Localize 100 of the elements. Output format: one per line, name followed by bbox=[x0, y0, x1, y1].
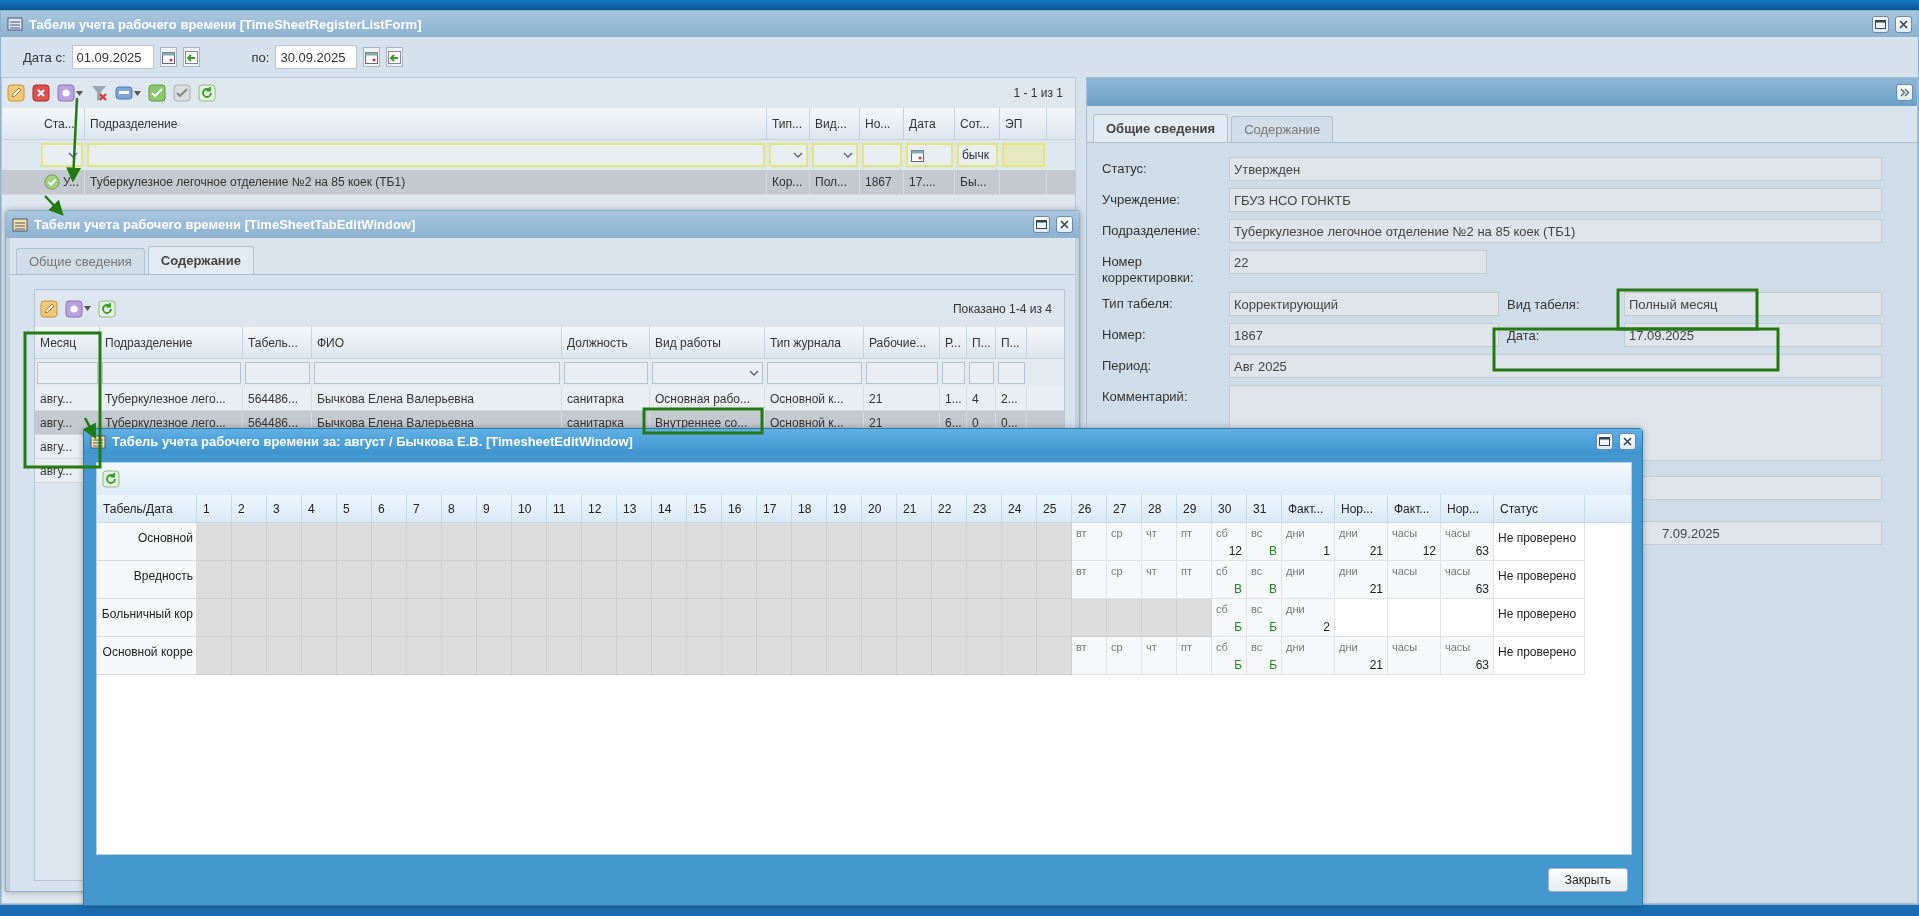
day-cell[interactable] bbox=[372, 523, 407, 561]
filter-field[interactable] bbox=[37, 362, 98, 384]
day-cell[interactable] bbox=[302, 523, 337, 561]
filter-field[interactable] bbox=[767, 362, 862, 384]
day-cell[interactable]: сб В bbox=[1212, 561, 1247, 599]
filter-field[interactable] bbox=[812, 143, 858, 167]
maximize-button[interactable] bbox=[1872, 15, 1889, 33]
day-cell[interactable] bbox=[1037, 523, 1072, 561]
day-cell[interactable]: чт bbox=[1142, 561, 1177, 599]
filter-field[interactable] bbox=[245, 362, 310, 384]
day-cell[interactable]: чт bbox=[1142, 523, 1177, 561]
column-header[interactable]: 3 bbox=[267, 495, 302, 522]
column-header[interactable]: Но... bbox=[860, 108, 904, 139]
day-cell[interactable] bbox=[1037, 637, 1072, 675]
day-cell[interactable]: пт bbox=[1177, 561, 1212, 599]
column-header[interactable]: 7 bbox=[407, 495, 442, 522]
day-cell[interactable] bbox=[827, 637, 862, 675]
filter-field[interactable] bbox=[1002, 143, 1045, 167]
form-field[interactable]: Корректирующий bbox=[1229, 292, 1499, 317]
column-header[interactable]: 26 bbox=[1072, 495, 1107, 522]
column-header[interactable]: 25 bbox=[1037, 495, 1072, 522]
filter-field[interactable] bbox=[969, 362, 994, 384]
close-button[interactable] bbox=[1895, 15, 1912, 33]
day-cell[interactable] bbox=[827, 523, 862, 561]
day-cell[interactable] bbox=[547, 637, 582, 675]
pencil-button[interactable] bbox=[6, 83, 26, 103]
day-cell[interactable] bbox=[687, 523, 722, 561]
day-cell[interactable] bbox=[722, 637, 757, 675]
refresh-button[interactable] bbox=[197, 83, 217, 103]
column-header[interactable]: 20 bbox=[862, 495, 897, 522]
day-cell[interactable]: вт bbox=[1072, 637, 1107, 675]
day-cell[interactable] bbox=[337, 523, 372, 561]
day-cell[interactable] bbox=[792, 637, 827, 675]
column-header[interactable]: Месяц bbox=[35, 327, 100, 358]
day-cell[interactable]: вс Б bbox=[1247, 599, 1282, 637]
column-header[interactable]: 23 bbox=[967, 495, 1002, 522]
date-reset-button[interactable] bbox=[386, 47, 404, 67]
column-header[interactable]: Факт... bbox=[1388, 495, 1441, 522]
day-cell[interactable] bbox=[1142, 599, 1177, 637]
day-cell[interactable] bbox=[477, 523, 512, 561]
column-header[interactable]: Должность bbox=[562, 327, 650, 358]
filter-field[interactable] bbox=[564, 362, 648, 384]
column-header[interactable]: П... bbox=[967, 327, 996, 358]
column-header[interactable]: Вид работы bbox=[650, 327, 765, 358]
day-cell[interactable] bbox=[1002, 637, 1037, 675]
day-cell[interactable] bbox=[197, 523, 232, 561]
day-cell[interactable] bbox=[967, 523, 1002, 561]
day-cell[interactable] bbox=[932, 637, 967, 675]
check-button[interactable] bbox=[147, 83, 167, 103]
day-cell[interactable]: вс В bbox=[1247, 523, 1282, 561]
filter-field[interactable]: бычк bbox=[957, 143, 998, 167]
column-header[interactable]: Дата bbox=[904, 108, 955, 139]
day-cell[interactable] bbox=[197, 637, 232, 675]
column-header[interactable]: 6 bbox=[372, 495, 407, 522]
day-cell[interactable] bbox=[302, 637, 337, 675]
column-header[interactable]: 15 bbox=[687, 495, 722, 522]
day-cell[interactable] bbox=[967, 637, 1002, 675]
column-header[interactable]: 18 bbox=[792, 495, 827, 522]
day-cell[interactable] bbox=[512, 523, 547, 561]
close-button[interactable]: Закрыть bbox=[1547, 868, 1628, 892]
delete-button[interactable] bbox=[31, 83, 51, 103]
form-field[interactable]: Утвержден bbox=[1229, 157, 1882, 181]
date-field[interactable]: 30.09.2025 bbox=[275, 45, 358, 69]
day-cell[interactable] bbox=[617, 637, 652, 675]
filter-field[interactable] bbox=[906, 143, 953, 167]
form-field[interactable]: ГБУЗ НСО ГОНКТБ bbox=[1229, 188, 1882, 212]
column-header[interactable]: Нор... bbox=[1335, 495, 1388, 522]
day-cell[interactable]: пт bbox=[1177, 637, 1212, 675]
day-cell[interactable]: сб Б bbox=[1212, 637, 1247, 675]
close-button[interactable] bbox=[1056, 216, 1073, 233]
column-header[interactable]: 12 bbox=[582, 495, 617, 522]
day-cell[interactable] bbox=[407, 637, 442, 675]
column-header[interactable]: 1 bbox=[197, 495, 232, 522]
column-header[interactable]: 4 bbox=[302, 495, 337, 522]
day-cell[interactable] bbox=[267, 523, 302, 561]
refresh-button[interactable] bbox=[97, 298, 117, 319]
column-header[interactable]: 13 bbox=[617, 495, 652, 522]
day-cell[interactable] bbox=[862, 523, 897, 561]
column-header[interactable]: 10 bbox=[512, 495, 547, 522]
date-field[interactable]: 01.09.2025 bbox=[71, 45, 154, 69]
column-header[interactable]: Рабочие... bbox=[864, 327, 940, 358]
form-field[interactable]: 1867 bbox=[1229, 323, 1499, 348]
form-field[interactable]: Авг 2025 bbox=[1229, 354, 1882, 379]
day-cell[interactable]: пт bbox=[1177, 523, 1212, 561]
day-cell[interactable]: вс Б bbox=[1247, 637, 1282, 675]
day-cell[interactable] bbox=[652, 523, 687, 561]
column-header[interactable]: Факт... bbox=[1282, 495, 1335, 522]
column-header[interactable]: 5 bbox=[337, 495, 372, 522]
day-cell[interactable] bbox=[722, 523, 757, 561]
day-cell[interactable] bbox=[372, 637, 407, 675]
maximize-button[interactable] bbox=[1033, 216, 1050, 233]
column-header[interactable]: Табель/Дата bbox=[97, 495, 197, 522]
refresh-button[interactable] bbox=[101, 469, 121, 489]
filter-field[interactable] bbox=[998, 362, 1025, 384]
column-header[interactable]: ФИО bbox=[312, 327, 562, 358]
column-header[interactable]: 28 bbox=[1142, 495, 1177, 522]
day-cell[interactable] bbox=[477, 637, 512, 675]
day-cell[interactable] bbox=[582, 637, 617, 675]
day-cell[interactable]: вт bbox=[1072, 561, 1107, 599]
day-cell[interactable] bbox=[932, 523, 967, 561]
